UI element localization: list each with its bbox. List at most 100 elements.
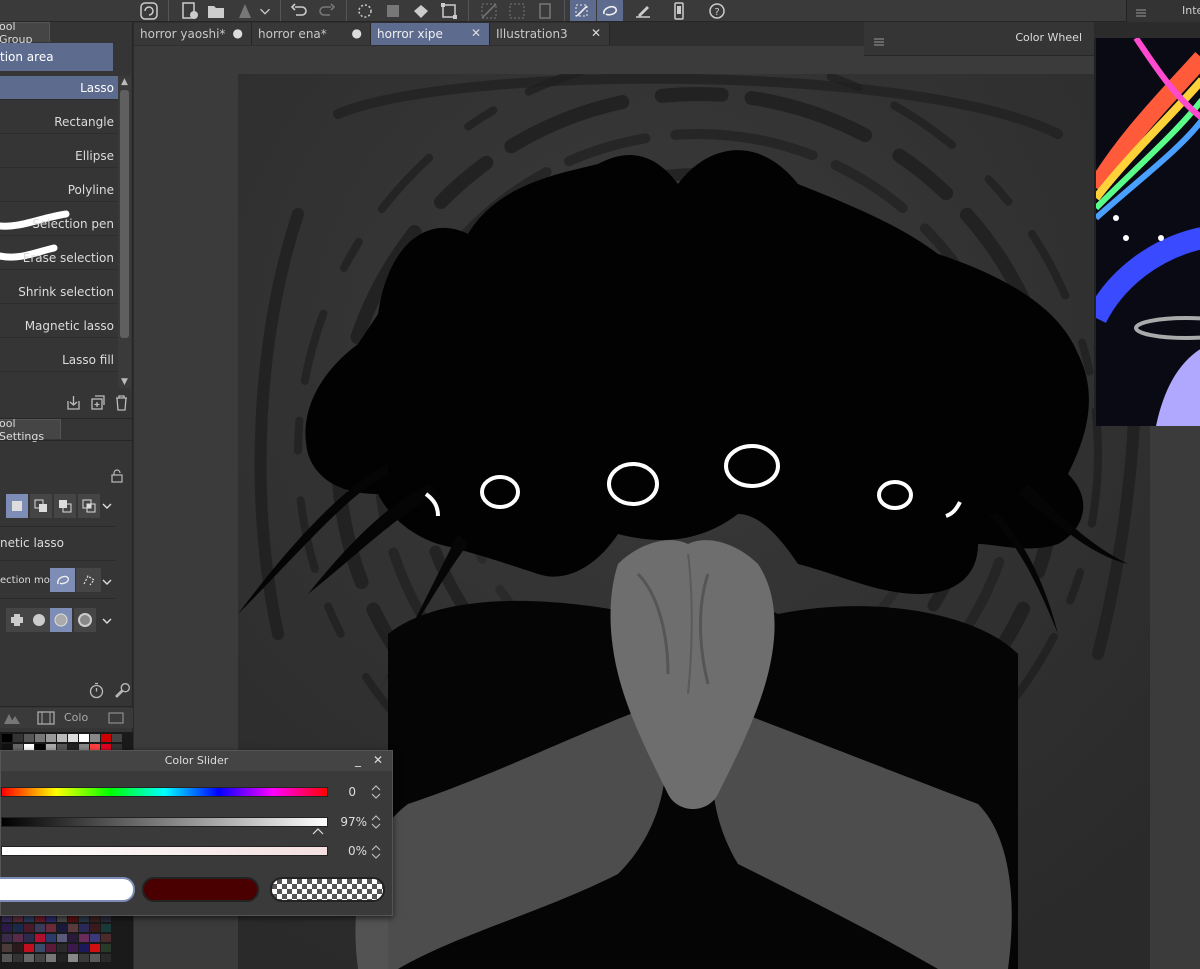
lock-icon[interactable] (110, 468, 124, 487)
modified-dot-icon: ● (351, 26, 362, 40)
add-selection-icon[interactable] (30, 494, 52, 518)
tool-polyline[interactable]: Polyline (0, 168, 118, 202)
subtool-header[interactable]: tion area (0, 43, 113, 71)
subtool-list: Lasso Rectangle Ellipse Polyline Selecti… (0, 76, 118, 382)
tool-label: Erase selection (22, 251, 114, 265)
close-icon[interactable]: ✕ (471, 26, 481, 40)
tab-horror-ena[interactable]: horror ena* ● (252, 23, 371, 45)
intersect-selection-icon[interactable] (78, 494, 100, 518)
color-set-icon[interactable] (2, 710, 22, 730)
tool-name-label: netic lasso (0, 536, 64, 550)
transparent-color-swatch[interactable] (270, 877, 385, 902)
tool-ellipse[interactable]: Ellipse (0, 134, 118, 168)
tool-lasso[interactable]: Lasso (0, 76, 118, 100)
color-slider-titlebar[interactable]: Color Slider (1, 751, 392, 771)
brightness-spinner-icon[interactable] (370, 843, 382, 861)
saturation-value[interactable]: 97% (327, 815, 367, 829)
tool-label: Shrink selection (18, 285, 114, 299)
chevron-down-icon[interactable]: ▼ (118, 376, 131, 388)
lasso-icon[interactable] (597, 0, 623, 21)
saturation-spinner-icon[interactable] (370, 813, 382, 831)
stopwatch-icon[interactable] (86, 680, 106, 700)
redo-icon[interactable] (314, 0, 340, 21)
clear-icon[interactable] (352, 0, 378, 21)
antialias-weak-icon[interactable] (28, 608, 50, 632)
menu-icon[interactable] (873, 33, 885, 52)
scroll-thumb[interactable] (120, 90, 129, 338)
brightness-slider[interactable] (1, 846, 328, 856)
tool-lasso-fill[interactable]: Lasso fill (0, 338, 118, 372)
tab-sub-tool-group[interactable]: ool Group (0, 20, 50, 46)
antialias-none-icon[interactable] (6, 608, 28, 632)
tab-label: horror yaoshi* (140, 27, 226, 41)
chevron-down-icon[interactable] (100, 498, 114, 517)
slider-handle-icon[interactable] (312, 827, 324, 835)
tab-illustration3[interactable]: Illustration3 ✕ (490, 23, 610, 45)
film-icon[interactable] (36, 710, 56, 730)
antialias-strong-icon[interactable] (74, 608, 96, 632)
polyline-mode-icon[interactable] (76, 568, 101, 592)
right-tab-label[interactable]: Inte (1182, 4, 1200, 17)
chevron-down-icon[interactable] (100, 574, 114, 593)
pen-pressure-icon[interactable] (630, 0, 656, 21)
undo-icon[interactable] (286, 0, 312, 21)
color-wheel-panel: Color Wheel (864, 22, 1094, 56)
close-button[interactable]: ✕ (373, 753, 383, 767)
tab-horror-xipe[interactable]: horror xipe ✕ (371, 23, 490, 45)
edit-selection-icon[interactable] (570, 0, 596, 21)
tool-label: Lasso (80, 81, 114, 95)
tool-rectangle[interactable]: Rectangle (0, 100, 118, 134)
fill-icon[interactable] (380, 0, 406, 21)
new-canvas-icon[interactable] (176, 0, 202, 21)
smartphone-icon[interactable] (666, 0, 692, 21)
trash-icon[interactable] (111, 392, 131, 412)
hue-value[interactable]: 0 (316, 785, 356, 799)
modified-dot-icon: ● (232, 26, 243, 40)
bucket-icon[interactable] (408, 0, 434, 21)
minimize-button[interactable]: _ (355, 753, 361, 767)
open-folder-icon[interactable] (203, 0, 229, 21)
invert-selection-icon[interactable] (504, 0, 530, 21)
color-wheel-title: Color Wheel (1015, 31, 1082, 44)
hue-slider[interactable] (1, 787, 328, 797)
tool-shrink-selection[interactable]: Shrink selection (0, 270, 118, 304)
tool-selection-pen[interactable]: Selection pen (0, 202, 118, 236)
new-selection-icon[interactable] (6, 494, 28, 518)
antialias-medium-icon[interactable] (50, 608, 72, 632)
chevron-down-icon[interactable] (256, 0, 274, 21)
sub-color-swatch[interactable] (142, 877, 259, 902)
swirl-icon[interactable] (136, 0, 162, 21)
layer-icon[interactable] (106, 710, 126, 730)
color-tab-label[interactable]: Colo (64, 711, 88, 724)
export-icon[interactable] (232, 0, 258, 21)
tab-horror-yaoshi[interactable]: horror yaoshi* ● (134, 23, 252, 45)
tab-label: horror ena* (258, 27, 327, 41)
main-color-swatch[interactable] (0, 877, 135, 902)
deselect-icon[interactable] (476, 0, 502, 21)
tool-erase-selection[interactable]: Erase selection (0, 236, 118, 270)
document-tabbar: horror yaoshi* ● horror ena* ● horror xi… (134, 22, 864, 46)
brightness-value[interactable]: 0% (327, 844, 367, 858)
select-layer-icon[interactable] (532, 0, 558, 21)
tool-magnetic-lasso[interactable]: Magnetic lasso (0, 304, 118, 338)
tab-tool-settings[interactable]: ool Settings (0, 417, 61, 443)
tool-label: Rectangle (54, 115, 114, 129)
duplicate-icon[interactable] (87, 392, 107, 412)
close-icon[interactable]: ✕ (591, 26, 601, 40)
chevron-down-icon[interactable] (100, 613, 114, 632)
tab-label: ool Group (0, 19, 33, 46)
svg-text:?: ? (714, 7, 719, 18)
transform-icon[interactable] (436, 0, 462, 21)
chevron-up-icon[interactable]: ▲ (118, 76, 131, 88)
subtool-scrollbar[interactable]: ▲ ▼ (118, 76, 131, 388)
help-icon[interactable]: ? (704, 0, 730, 21)
import-icon[interactable] (63, 392, 83, 412)
tool-label: Magnetic lasso (24, 319, 114, 333)
color-set-palette-lower[interactable] (0, 912, 133, 969)
hue-spinner-icon[interactable] (370, 783, 382, 801)
saturation-slider[interactable] (1, 817, 328, 827)
wrench-icon[interactable] (111, 680, 131, 700)
lasso-mode-icon[interactable] (50, 568, 75, 592)
menu-icon[interactable] (1135, 4, 1147, 17)
subtract-selection-icon[interactable] (54, 494, 76, 518)
